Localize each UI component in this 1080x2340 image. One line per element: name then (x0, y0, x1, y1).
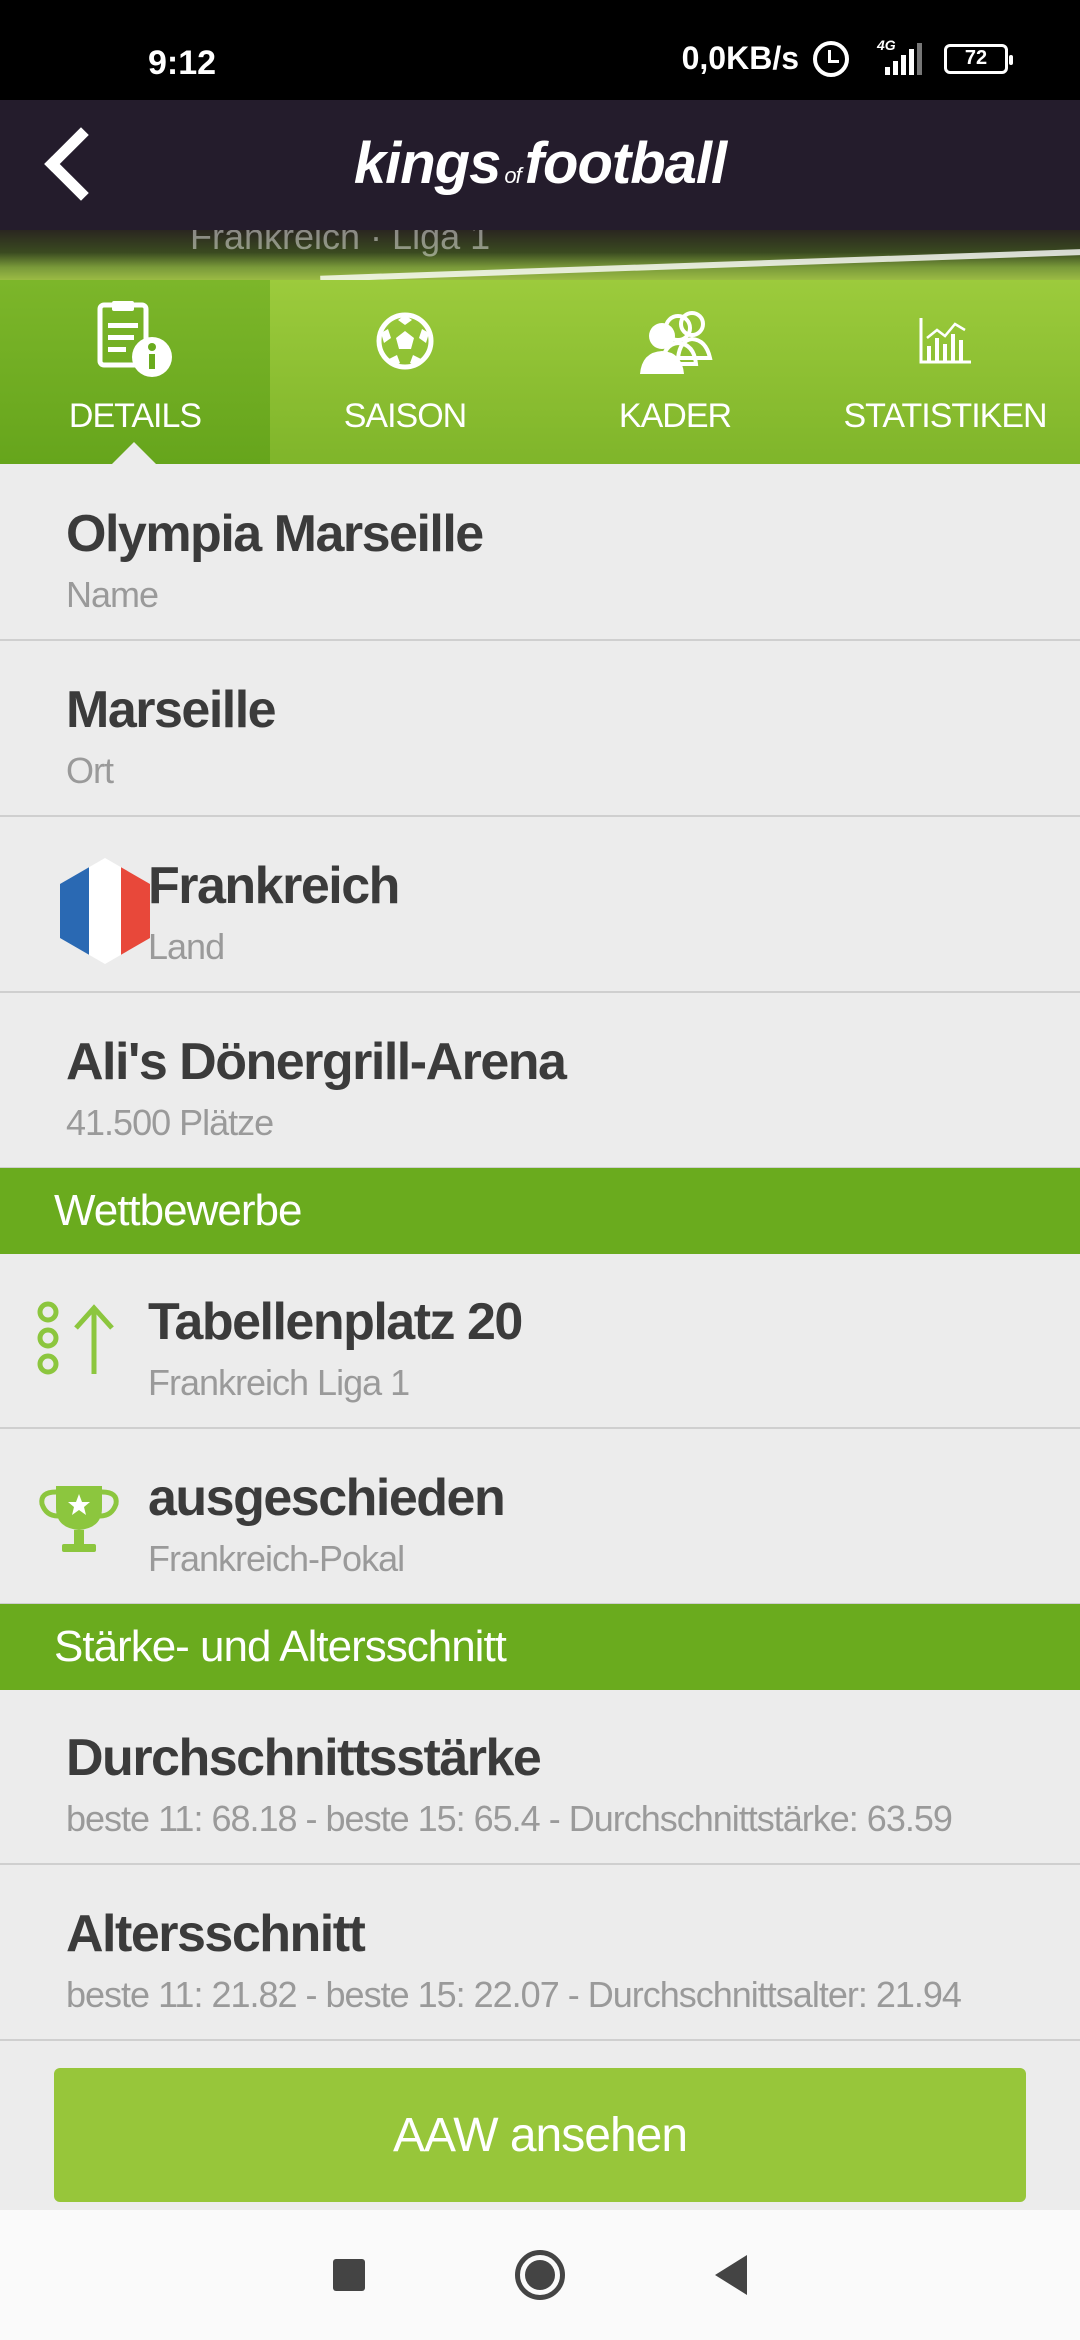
app-header: kings offootball (0, 100, 1080, 230)
net-speed: 0,0KB/s (681, 40, 799, 76)
tab-kader[interactable]: KADER (540, 280, 810, 464)
system-nav-bar (0, 2210, 1080, 2340)
status-icons: 0,0KB/s 4G 72 (681, 37, 1013, 77)
competition-row-cup[interactable]: ausgeschieden Frankreich-Pokal (0, 1430, 1080, 1605)
league-name: Frankreich Liga 1 (148, 1362, 410, 1403)
detail-row-country[interactable]: Frankreich Land (0, 818, 1080, 993)
aaw-view-button[interactable]: AAW ansehen (54, 2068, 1026, 2202)
logo-of: of (504, 163, 521, 188)
bar-chart-icon (917, 299, 973, 383)
alarm-icon (813, 40, 849, 77)
back-triangle-icon[interactable] (715, 2255, 747, 2295)
status-time: 9:12 (148, 44, 217, 82)
tab-label-statistiken: STATISTIKEN (843, 397, 1047, 435)
france-flag-icon (60, 858, 150, 964)
battery-icon: 72 (944, 43, 1013, 74)
network-type: 4G (877, 36, 896, 53)
avg-strength-values: beste 11: 68.18 - beste 15: 65.4 - Durch… (66, 1798, 953, 1839)
avg-age-values: beste 11: 21.82 - beste 15: 22.07 - Durc… (66, 1974, 962, 2015)
league-position: Tabellenplatz 20 (148, 1293, 523, 1351)
recent-apps-icon[interactable] (333, 2259, 365, 2291)
document-info-icon (92, 299, 178, 383)
stadium-capacity: 41.500 Plätze (66, 1102, 274, 1143)
tab-statistiken[interactable]: STATISTIKEN (810, 280, 1080, 464)
cup-status: ausgeschieden (148, 1469, 506, 1527)
logo-football: football (524, 131, 727, 196)
competition-row-league[interactable]: Tabellenplatz 20 Frankreich Liga 1 (0, 1254, 1080, 1429)
tab-label-details: DETAILS (68, 397, 202, 435)
detail-row-stadium: Ali's Dönergrill-Arena 41.500 Plätze (0, 994, 1080, 1169)
hero-text: Frankreich · Liga 1 (190, 230, 491, 257)
tab-label-kader: KADER (618, 397, 732, 435)
avg-strength-title: Durchschnittsstärke (66, 1729, 542, 1787)
club-country: Frankreich (148, 857, 400, 915)
avg-age-title: Altersschnitt (66, 1905, 366, 1963)
battery-level: 72 (964, 47, 988, 69)
hero-banner: Frankreich · Liga 1 (0, 230, 1080, 280)
tab-bar: DETAILS SAISON KADER STATISTIKEN (0, 280, 1080, 464)
tab-saison[interactable]: SAISON (270, 280, 540, 464)
logo-kings: kings (353, 131, 501, 196)
ranking-up-icon (37, 1301, 114, 1375)
tab-label-saison: SAISON (343, 397, 467, 435)
team-icon (630, 299, 720, 383)
detail-row-name: Olympia Marseille Name (0, 466, 1080, 641)
stat-row-age: Altersschnitt beste 11: 21.82 - beste 15… (0, 1866, 1080, 2041)
stat-row-strength: Durchschnittsstärke beste 11: 68.18 - be… (0, 1690, 1080, 1865)
club-name: Olympia Marseille (66, 505, 484, 563)
detail-row-city: Marseille Ort (0, 642, 1080, 817)
status-bar: 9:12 0,0KB/s 4G 72 (0, 0, 1080, 100)
club-country-label: Land (148, 926, 225, 967)
trophy-icon (39, 1486, 119, 1552)
signal-icon: 4G (877, 37, 922, 75)
club-city: Marseille (66, 681, 277, 739)
app-logo: kings offootball (0, 130, 1080, 197)
section-header-competitions: Wettbewerbe (0, 1168, 1080, 1254)
home-icon[interactable] (515, 2250, 565, 2300)
soccer-ball-icon (375, 299, 435, 383)
section-header-strength-age: Stärke- und Altersschnitt (0, 1604, 1080, 1690)
cup-name: Frankreich-Pokal (148, 1538, 405, 1579)
stadium-name: Ali's Dönergrill-Arena (66, 1033, 567, 1091)
home-dot (525, 2260, 555, 2290)
tab-details[interactable]: DETAILS (0, 280, 270, 464)
club-name-label: Name (66, 574, 159, 615)
club-city-label: Ort (66, 750, 114, 791)
